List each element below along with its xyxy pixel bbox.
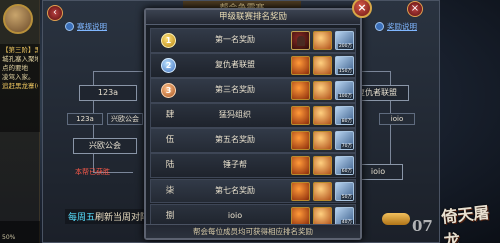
item-reward-icon[interactable] <box>313 81 332 101</box>
team-slot[interactable]: 兴欧公会 <box>73 138 137 154</box>
reward-row: 肆 猛犸组织 80万 <box>150 103 356 128</box>
ranking-reward-modal: 甲级联赛排名奖励 × 1 第一名奖励 200万 2 复仇者联盟 150万 3 第三名奖励 100… <box>144 0 372 240</box>
reward-list: 1 第一名奖励 200万 2 复仇者联盟 150万 3 第三名奖励 100万肆猛犸组织 80万伍第… <box>150 28 356 229</box>
team-slot[interactable]: 123a <box>79 85 137 101</box>
rules-link[interactable]: 赛规说明 <box>65 21 107 32</box>
team-slot[interactable]: ioio <box>379 113 415 125</box>
chest-reward-icon[interactable]: 150万 <box>335 56 354 76</box>
team-slot[interactable]: 兴欧公会 <box>107 113 143 125</box>
winner-note: 本帮已获胜 <box>75 168 110 176</box>
reward-icon <box>375 22 384 31</box>
rank-number: 陆 <box>165 160 175 171</box>
reward-row-name: 复仇者联盟 <box>215 60 255 70</box>
mount-reward-icon[interactable] <box>291 31 310 50</box>
item-reward-icon[interactable] <box>291 206 310 226</box>
rank-number: 柒 <box>165 185 175 196</box>
quest-line: 点的要地 <box>2 64 28 72</box>
refresh-note: 每周五刷新当周对阵 <box>65 209 153 224</box>
confirm-button[interactable] <box>382 213 410 225</box>
quest-line: 追赶黑龙寨(0/30) <box>2 82 38 90</box>
refresh-day: 每周五 <box>68 213 96 223</box>
watermark-site: 07 <box>412 217 433 235</box>
reward-row-name: 第三名奖励 <box>215 85 255 95</box>
chest-reward-icon[interactable]: 40万 <box>335 206 354 226</box>
item-reward-icon[interactable] <box>291 106 310 126</box>
chest-reward-icon[interactable]: 80万 <box>335 106 354 126</box>
reward-quantity: 150万 <box>337 69 353 75</box>
reward-row: 伍 第五名奖励 70万 <box>150 128 356 153</box>
reward-row-name: 第七名奖励 <box>215 185 255 195</box>
item-reward-icon[interactable] <box>313 131 332 151</box>
quest-line: 城孔塞入聚地份 <box>2 55 38 63</box>
chest-reward-icon[interactable]: 100万 <box>335 81 354 101</box>
reward-row-name: 第五名奖励 <box>215 135 255 145</box>
chest-reward-icon[interactable]: 50万 <box>335 181 354 201</box>
reward-quantity: 200万 <box>337 44 353 49</box>
item-reward-icon[interactable] <box>313 156 332 176</box>
reward-row-name: 第一名奖励 <box>215 35 255 44</box>
rules-icon <box>65 22 74 31</box>
item-reward-icon[interactable] <box>291 156 310 176</box>
item-reward-icon[interactable] <box>313 106 332 126</box>
rank-medal-icon: 3 <box>161 83 176 99</box>
quest-line: 【第三阶】黑龙山 <box>2 46 38 54</box>
item-reward-icon[interactable] <box>313 181 332 201</box>
team-slot[interactable]: 123a <box>67 113 103 125</box>
reward-row: 1 第一名奖励 200万 <box>150 28 356 53</box>
item-reward-icon[interactable] <box>291 56 310 76</box>
back-button[interactable]: ‹ <box>47 5 63 21</box>
chest-reward-icon[interactable]: 70万 <box>335 131 354 151</box>
battle-close-button[interactable]: × <box>407 1 423 17</box>
item-reward-icon[interactable] <box>291 131 310 151</box>
reward-quantity: 60万 <box>340 169 353 175</box>
quest-line: 凌驾入家。 <box>2 73 35 81</box>
reward-row: 2 复仇者联盟 150万 <box>150 53 356 78</box>
item-reward-icon[interactable] <box>291 81 310 101</box>
reward-quantity: 50万 <box>340 194 353 200</box>
rank-medal-icon: 1 <box>161 33 176 48</box>
item-reward-icon[interactable] <box>313 31 332 50</box>
reward-quantity: 70万 <box>340 144 353 150</box>
quest-tracker[interactable]: 【第三阶】黑龙山 城孔塞入聚地份 点的要地 凌驾入家。 追赶黑龙寨(0/30) <box>0 44 40 132</box>
reward-link-label: 奖励说明 <box>387 22 417 31</box>
game-logo: 倚天屠龙 <box>440 202 491 243</box>
rank-number: 伍 <box>165 135 175 146</box>
reward-row: 3 第三名奖励 100万 <box>150 78 356 103</box>
item-reward-icon[interactable] <box>313 206 332 226</box>
watermark-logo: 07 倚天屠龙 <box>412 201 494 243</box>
rank-medal-icon: 2 <box>161 58 176 74</box>
left-hud: 【第三阶】黑龙山 城孔塞入聚地份 点的要地 凌驾入家。 追赶黑龙寨(0/30) … <box>0 0 40 243</box>
modal-title: 甲级联赛排名奖励 <box>146 10 360 25</box>
reward-row-name: 猛犸组织 <box>219 110 251 120</box>
player-avatar[interactable] <box>3 4 33 34</box>
reward-row-name: 锤子帮 <box>223 160 247 170</box>
modal-footer: 帮会每位成员均可获得相应排名奖励 <box>146 224 360 238</box>
reward-quantity: 80万 <box>340 119 353 125</box>
reward-row: 陆 锤子帮 60万 <box>150 153 356 179</box>
status-percent: 50% <box>2 234 16 241</box>
reward-row: 柒 第七名奖励 50万 <box>150 178 356 204</box>
reward-link[interactable]: 奖励说明 <box>375 21 417 32</box>
status-bar: 50% <box>0 221 40 243</box>
refresh-text: 刷新当周对阵 <box>95 213 150 223</box>
item-reward-icon[interactable] <box>291 181 310 201</box>
rules-link-label: 赛规说明 <box>77 22 107 31</box>
rank-number: 肆 <box>165 110 175 121</box>
item-reward-icon[interactable] <box>313 56 332 76</box>
reward-quantity: 100万 <box>337 94 353 100</box>
chest-reward-icon[interactable]: 200万 <box>335 31 354 50</box>
chest-reward-icon[interactable]: 60万 <box>335 156 354 176</box>
